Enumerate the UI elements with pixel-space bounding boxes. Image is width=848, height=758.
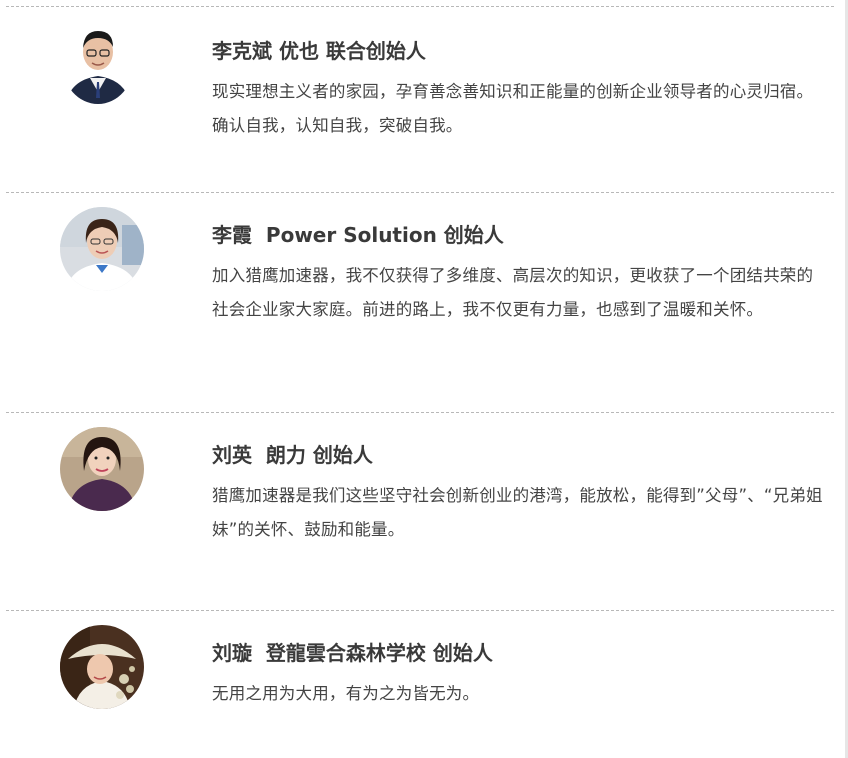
testimonial-card-3: 刘英 朗力 创始人 猎鹰加速器是我们这些坚守社会创新创业的港湾，能放松，能得到”… xyxy=(0,412,840,610)
testimonial-quote: 加入猎鹰加速器，我不仅获得了多维度、高层次的知识，更收获了一个团结共荣的社会企业… xyxy=(212,266,814,319)
testimonial-quote: 猎鹰加速器是我们这些坚守社会创新创业的港湾，能放松，能得到”父母”、“兄弟姐妹”… xyxy=(212,486,823,539)
testimonial-card-2: 李霞 Power Solution 创始人 加入猎鹰加速器，我不仅获得了多维度、… xyxy=(0,192,840,412)
testimonial-card-4: 刘璇 登龍雲合森林学校 创始人 无用之用为大用，有为之为皆无为。 xyxy=(0,610,840,758)
avatar-liu-ying xyxy=(60,427,144,511)
testimonial-title: 刘英 朗力 创始人 xyxy=(212,443,373,467)
testimonial-title: 刘璇 登龍雲合森林学校 创始人 xyxy=(212,641,493,665)
testimonial-title: 李克斌 优也 联合创始人 xyxy=(212,39,426,63)
avatar-liu-xuan xyxy=(60,625,144,709)
testimonial-quote: 无用之用为大用，有为之为皆无为。 xyxy=(212,684,480,703)
testimonial-title: 李霞 Power Solution 创始人 xyxy=(212,223,504,247)
avatar-li-xia xyxy=(60,207,144,291)
testimonial-card-1: 李克斌 优也 联合创始人 现实理想主义者的家园，孕育善念善知识和正能量的创新企业… xyxy=(0,0,840,192)
testimonial-quote: 现实理想主义者的家园，孕育善念善知识和正能量的创新企业领导者的心灵归宿。确认自我… xyxy=(212,82,814,135)
avatar-li-kebin xyxy=(62,22,134,104)
